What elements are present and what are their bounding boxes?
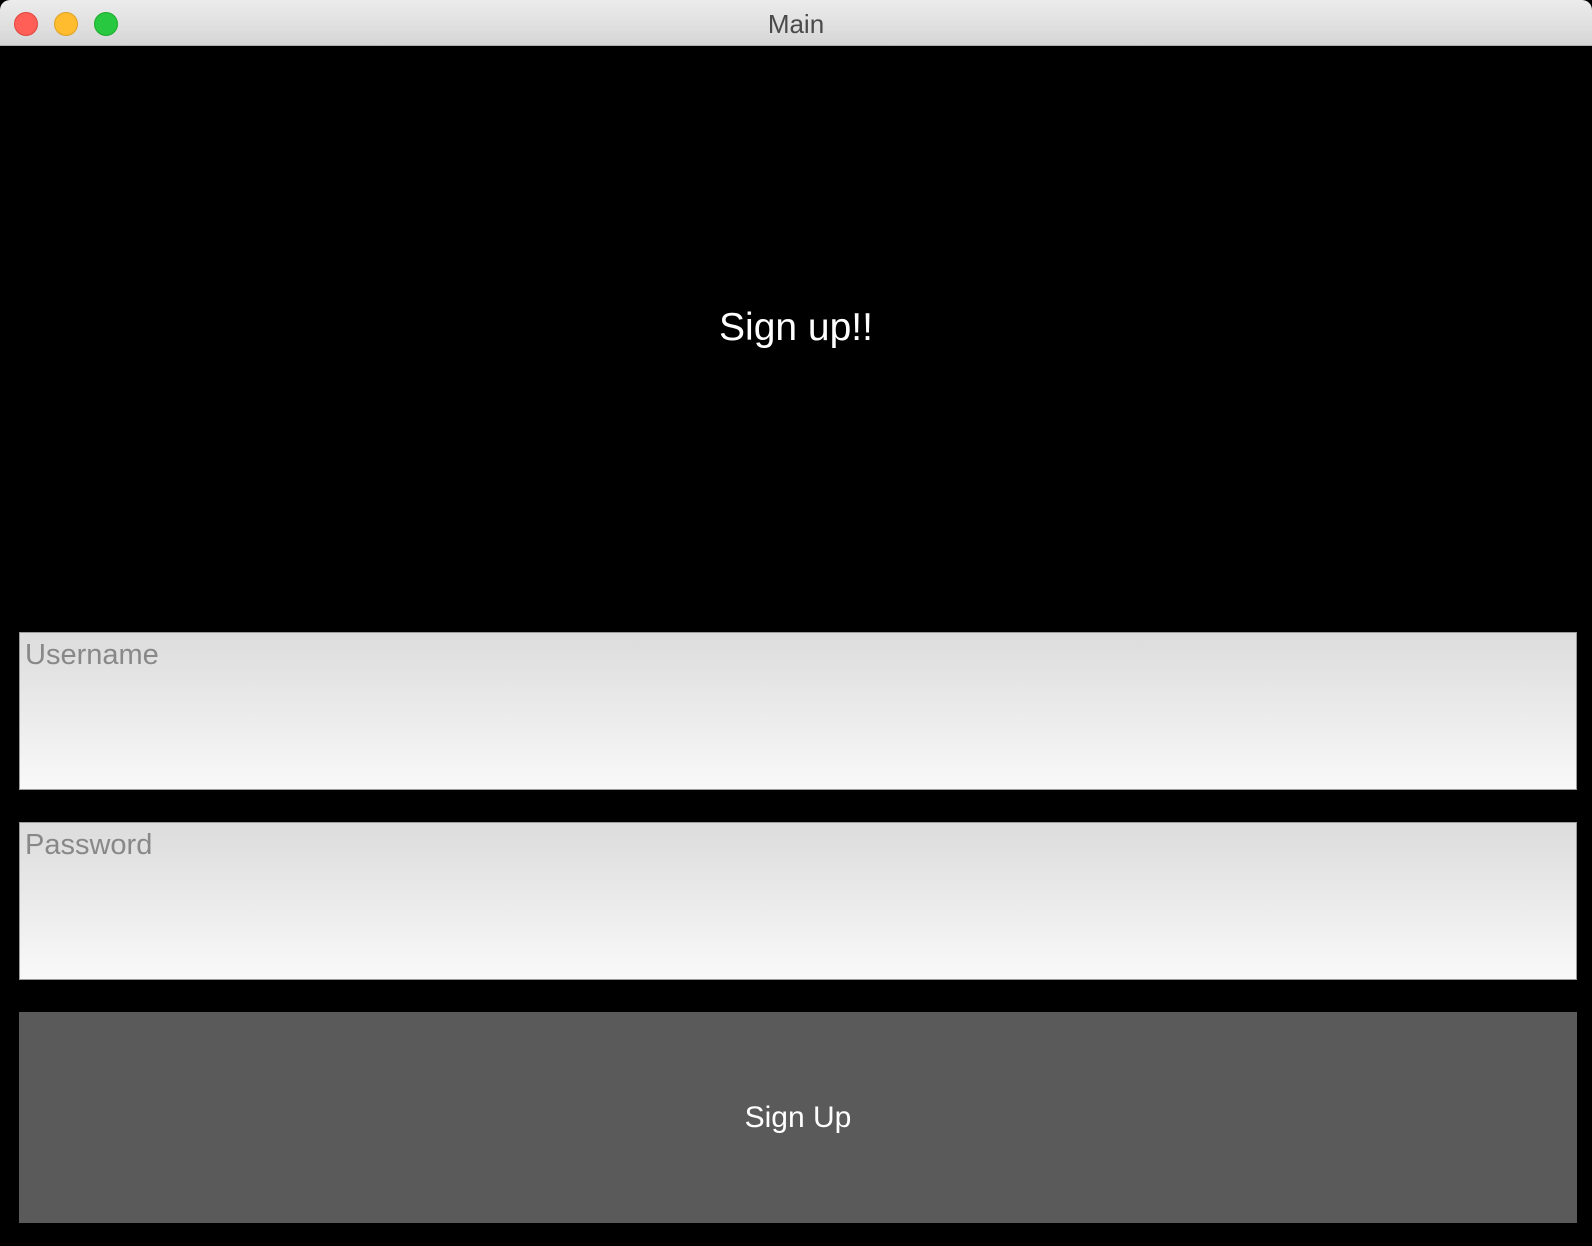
title-bar[interactable]: Main: [0, 0, 1592, 46]
page-heading: Sign up!!: [719, 306, 873, 349]
window-title: Main: [767, 9, 825, 39]
sign-up-button[interactable]: Sign Up: [19, 1012, 1577, 1223]
password-input[interactable]: Password: [19, 822, 1577, 980]
main-content: Sign up!! Username Password Sign Up: [0, 46, 1592, 1246]
app-window: Main Sign up!! Username Password Sign Up: [0, 0, 1592, 1246]
username-input[interactable]: Username: [19, 632, 1577, 790]
password-placeholder: Password: [25, 829, 153, 861]
username-placeholder: Username: [25, 639, 159, 671]
